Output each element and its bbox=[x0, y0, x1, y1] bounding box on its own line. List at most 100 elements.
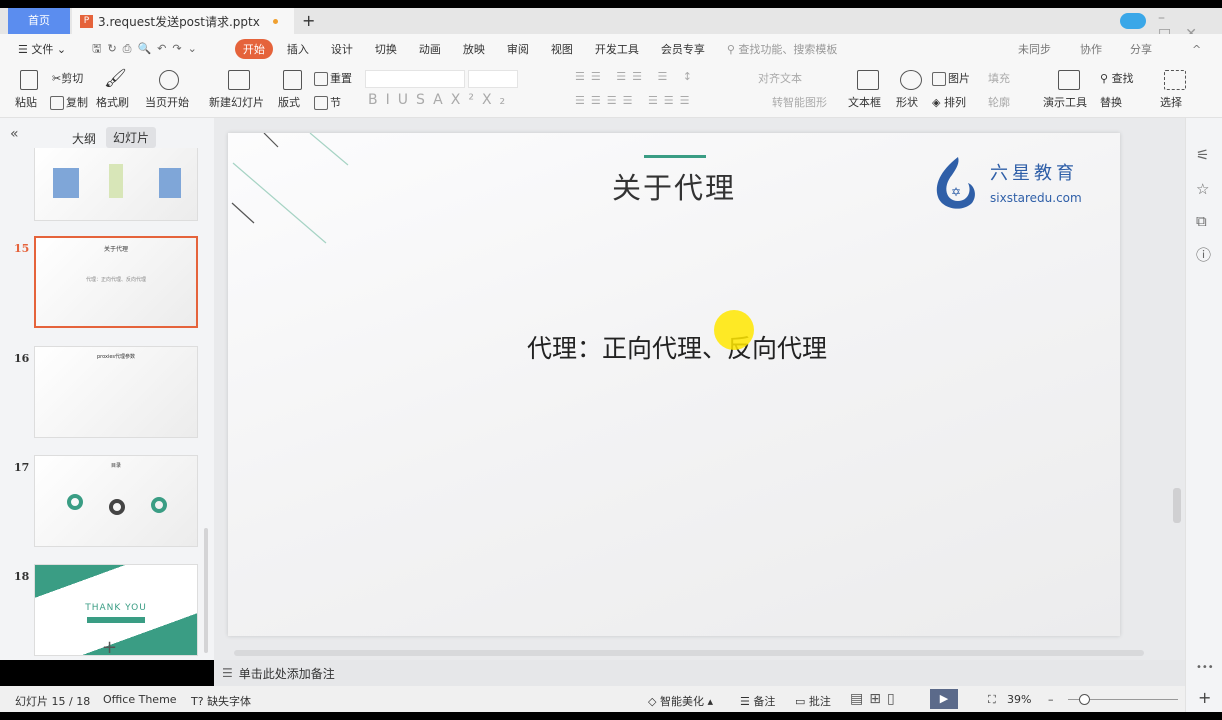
slide[interactable]: 关于代理 ✡ 六星教育 sixstaredu.com 代理：正向代理、反向代理 bbox=[228, 133, 1120, 636]
new-tab-button[interactable]: + bbox=[302, 11, 315, 30]
paste-icon bbox=[20, 70, 38, 90]
more-icon[interactable]: ••• bbox=[1196, 662, 1214, 673]
thumb-body: 代理：正向代理、反向代理 bbox=[85, 277, 146, 283]
fill-button[interactable]: 填充 bbox=[988, 70, 1010, 86]
slide-number: 15 bbox=[14, 242, 30, 255]
slide-title[interactable]: 关于代理 bbox=[228, 165, 1120, 207]
search-box[interactable]: ⚲ 查找功能、搜索模板 bbox=[727, 41, 838, 57]
slide-thumb-17[interactable]: 目录 bbox=[34, 455, 198, 547]
section-button[interactable]: 节 bbox=[314, 94, 341, 110]
menu-view[interactable]: 视图 bbox=[551, 41, 573, 57]
theme-name[interactable]: Office Theme bbox=[103, 693, 177, 706]
menu-slideshow[interactable]: 放映 bbox=[463, 41, 485, 57]
cut-button[interactable]: ✂剪切 bbox=[52, 70, 83, 86]
slide-body-text[interactable]: 代理：正向代理、反向代理 bbox=[228, 329, 1120, 365]
align-text-button[interactable]: 对齐文本 bbox=[758, 70, 802, 86]
shape-icon bbox=[900, 70, 922, 90]
menu-member[interactable]: 会员专享 bbox=[661, 41, 705, 57]
tab-home[interactable]: 首页 bbox=[8, 8, 70, 34]
superscript-button[interactable]: X² bbox=[451, 92, 482, 108]
reset-button[interactable]: 重置 bbox=[314, 70, 352, 86]
zoom-in-icon[interactable]: + bbox=[1198, 688, 1211, 707]
notes-bar[interactable]: ☰ 单击此处添加备注 bbox=[214, 660, 1185, 686]
find-button[interactable]: ⚲ 查找 bbox=[1100, 70, 1134, 86]
zoom-out-button[interactable]: – bbox=[1048, 693, 1054, 706]
horizontal-scrollbar[interactable] bbox=[234, 650, 1144, 656]
layout-button[interactable]: 版式 bbox=[278, 94, 300, 110]
picture-button[interactable]: 图片 bbox=[932, 70, 970, 86]
notes-toggle[interactable]: ☰ 备注 bbox=[740, 693, 775, 709]
strike-button[interactable]: S bbox=[416, 92, 433, 108]
tab-outline[interactable]: 大纲 bbox=[72, 130, 96, 147]
menu-design[interactable]: 设计 bbox=[331, 41, 353, 57]
bold-button[interactable]: B bbox=[368, 92, 386, 108]
replace-button[interactable]: 替换 bbox=[1100, 94, 1122, 110]
font-color-button[interactable]: A bbox=[433, 92, 451, 108]
align-icons[interactable]: ☰☰☰☰ ☰☰☰ bbox=[575, 94, 696, 107]
shape-button[interactable]: 形状 bbox=[896, 94, 918, 110]
textbox-button[interactable]: 文本框 bbox=[848, 94, 881, 110]
collapse-panel-icon[interactable]: « bbox=[10, 126, 19, 142]
thumb-title: 目录 bbox=[110, 463, 121, 469]
cursor-highlight bbox=[714, 310, 754, 350]
underline-button[interactable]: U bbox=[398, 92, 416, 108]
file-label: 文件 bbox=[31, 43, 54, 56]
add-slide-button[interactable]: + bbox=[102, 637, 117, 658]
sync-button[interactable]: 未同步 bbox=[1018, 41, 1051, 57]
menu-start[interactable]: 开始 bbox=[234, 39, 273, 59]
collapse-ribbon-icon[interactable]: ^ bbox=[1192, 43, 1201, 56]
menu-animation[interactable]: 动画 bbox=[419, 41, 441, 57]
collab-button[interactable]: 协作 bbox=[1080, 41, 1102, 57]
font-style-buttons[interactable]: BIUSAX²X₂ bbox=[368, 92, 513, 108]
copy-button[interactable]: 复制 bbox=[50, 94, 88, 110]
tab-document[interactable]: P 3.request发送post请求.pptx bbox=[72, 8, 294, 34]
share-button[interactable]: 分享 bbox=[1130, 41, 1152, 57]
quick-access-icons[interactable]: 🖫↻⎙🔍↶↷⌄ bbox=[92, 40, 203, 59]
arrange-button[interactable]: ◈ 排列 bbox=[932, 94, 966, 110]
format-painter-button[interactable]: 格式刷 bbox=[96, 94, 129, 110]
slide-thumb-16[interactable]: proxies代理参数 bbox=[34, 346, 198, 438]
outline-button[interactable]: 轮廓 bbox=[988, 94, 1010, 110]
view-mode-buttons[interactable]: ▤⊞▯ bbox=[850, 691, 901, 707]
vertical-scrollbar[interactable] bbox=[1173, 488, 1181, 523]
select-button[interactable]: 选择 bbox=[1160, 94, 1182, 110]
slide-number: 17 bbox=[14, 461, 30, 474]
beautify-button[interactable]: ◇ 智能美化 ▴ bbox=[648, 693, 713, 709]
subscript-button[interactable]: X₂ bbox=[482, 92, 513, 108]
menu-insert[interactable]: 插入 bbox=[287, 41, 309, 57]
play-current-button[interactable]: 当页开始 bbox=[145, 94, 189, 110]
new-slide-button[interactable]: 新建幻灯片 bbox=[209, 94, 264, 110]
new-slide-icon bbox=[228, 70, 250, 90]
animation-star-icon[interactable]: ☆ bbox=[1196, 180, 1209, 198]
avatar[interactable] bbox=[1120, 13, 1146, 29]
thumb-circle bbox=[151, 497, 167, 513]
presentation-tools-button[interactable]: 演示工具 bbox=[1043, 94, 1087, 110]
paste-button[interactable]: 粘贴 bbox=[15, 94, 37, 110]
play-slideshow-button[interactable]: ▶ bbox=[930, 689, 958, 709]
missing-font-button[interactable]: T? 缺失字体 bbox=[191, 693, 251, 709]
menu-transition[interactable]: 切换 bbox=[375, 41, 397, 57]
comments-toggle[interactable]: ▭ 批注 bbox=[795, 693, 831, 709]
file-menu[interactable]: ☰ 文件 ⌄ bbox=[18, 41, 66, 57]
slide-switch-icon[interactable]: ⧉ bbox=[1196, 212, 1207, 230]
fit-icon[interactable]: ⛶ bbox=[988, 693, 996, 707]
panel-scrollbar[interactable] bbox=[204, 528, 208, 653]
notes-toggle-icon: ☰ bbox=[740, 695, 754, 708]
smart-art-button[interactable]: 转智能图形 bbox=[772, 94, 827, 110]
tab-slides[interactable]: 幻灯片 bbox=[106, 127, 157, 148]
menu-review[interactable]: 审阅 bbox=[507, 41, 529, 57]
slide-canvas: 关于代理 ✡ 六星教育 sixstaredu.com 代理：正向代理、反向代理 bbox=[214, 118, 1185, 660]
slide-thumb-15[interactable]: 关于代理 代理：正向代理、反向代理 bbox=[34, 236, 198, 328]
zoom-slider-handle[interactable] bbox=[1079, 694, 1090, 705]
ppt-file-icon: P bbox=[80, 14, 93, 28]
font-size-select[interactable] bbox=[468, 70, 518, 88]
menu-developer[interactable]: 开发工具 bbox=[595, 41, 639, 57]
paragraph-icons[interactable]: ☰☰ ☰☰ ☰ ↕ bbox=[575, 70, 698, 83]
help-icon[interactable]: ⓘ bbox=[1196, 244, 1211, 265]
slide-thumb-14[interactable] bbox=[34, 148, 198, 221]
properties-icon[interactable]: ⚟ bbox=[1196, 146, 1209, 164]
italic-button[interactable]: I bbox=[386, 92, 398, 108]
zoom-level[interactable]: 39% bbox=[1007, 693, 1031, 706]
tab-bar: 首页 P 3.request发送post请求.pptx + –□✕ bbox=[0, 8, 1222, 42]
font-family-select[interactable] bbox=[365, 70, 465, 88]
